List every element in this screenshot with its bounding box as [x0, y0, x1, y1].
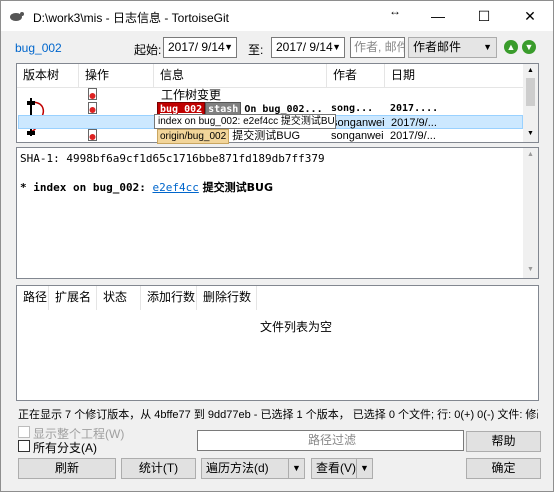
- commit-details[interactable]: SHA-1: 4998bf6a9cf1d65c1716bbe871fd189db…: [16, 147, 539, 279]
- resize-icon: ↔: [389, 4, 401, 18]
- status-text: 正在显示 7 个修订版本，从 4bffe77 到 9dd77eb - 已选择 1…: [18, 409, 538, 421]
- ok-button[interactable]: 确定: [466, 458, 541, 479]
- column-header-author[interactable]: 作者: [327, 64, 385, 88]
- from-label: 起始:: [134, 43, 162, 57]
- column-header-graph[interactable]: 版本树: [17, 64, 79, 88]
- commit-hash-link[interactable]: e2ef4cc: [152, 181, 198, 194]
- column-header-message[interactable]: 信息: [154, 64, 327, 88]
- title-bar: D:\work3\mis - 日志信息 - TortoiseGit ↔ — ☐ …: [1, 1, 553, 31]
- log-header: 版本树 操作 信息 作者 日期: [17, 64, 523, 88]
- view-label: 查看(V): [316, 461, 356, 475]
- chevron-down-icon: ▼: [332, 42, 341, 52]
- commit-message: 提交测试BUG: [232, 130, 301, 142]
- help-button[interactable]: 帮助: [466, 431, 541, 452]
- previous-arrow-icon[interactable]: ▲: [504, 40, 518, 54]
- commit-author: songanwei: [332, 117, 385, 129]
- scroll-up-icon[interactable]: ▲: [527, 67, 534, 74]
- index-prefix: * index on bug_002:: [20, 181, 153, 194]
- sha-line: SHA-1: 4998bf6a9cf1d65c1716bbe871fd189db…: [20, 152, 325, 165]
- commit-log-list[interactable]: 版本树 操作 信息 作者 日期 工作树变更 bug_002 stash On b…: [16, 63, 539, 145]
- tortoisegit-icon: [10, 12, 24, 21]
- scroll-thumb[interactable]: [526, 78, 535, 106]
- path-filter-placeholder: 路径过滤: [307, 433, 356, 447]
- log-scrollbar[interactable]: ▲ ▼: [523, 64, 538, 142]
- chevron-down-icon[interactable]: ▼: [356, 459, 372, 478]
- log-window: D:\work3\mis - 日志信息 - TortoiseGit ↔ — ☐ …: [0, 0, 554, 492]
- column-header-path[interactable]: 路径: [17, 286, 49, 310]
- window-title: D:\work3\mis - 日志信息 - TortoiseGit: [33, 11, 230, 25]
- commit-author: songanwei: [331, 130, 384, 142]
- index-suffix: 提交测试BUG: [198, 181, 273, 194]
- details-scrollbar[interactable]: ▲ ▼: [523, 148, 538, 278]
- column-header-added-lines[interactable]: 添加行数: [141, 286, 197, 310]
- commit-date: 2017/9/...: [390, 130, 436, 142]
- scroll-up-icon[interactable]: ▲: [527, 151, 534, 158]
- current-branch-link[interactable]: bug_002: [15, 41, 62, 55]
- action-icon: [88, 129, 98, 145]
- walk-method-label: 遍历方法(d): [206, 461, 269, 475]
- scroll-down-icon[interactable]: ▼: [527, 266, 534, 273]
- refresh-button[interactable]: 刷新: [18, 458, 116, 479]
- search-input[interactable]: 作者, 邮件: [350, 37, 405, 58]
- commit-date: 2017....: [390, 103, 439, 114]
- column-header-extension[interactable]: 扩展名: [49, 286, 97, 310]
- to-date-picker[interactable]: 2017/ 9/14 ▼: [271, 37, 345, 58]
- chevron-down-icon: ▼: [224, 42, 233, 52]
- column-header-status[interactable]: 状态: [97, 286, 141, 310]
- chevron-down-icon: ▼: [483, 42, 492, 52]
- all-branches-label: 所有分支(A): [33, 441, 97, 455]
- column-header-actions[interactable]: 操作: [79, 64, 154, 88]
- file-list-header: 路径 扩展名 状态 添加行数 删除行数: [17, 286, 538, 310]
- search-placeholder: 作者, 邮件: [354, 40, 405, 54]
- column-header-date[interactable]: 日期: [385, 64, 523, 88]
- message-tooltip: index on bug_002: e2ef4cc 提交测试BUG: [154, 114, 336, 129]
- commit-author: song...: [331, 103, 374, 114]
- commit-message-cell: origin/bug_002 提交测试BUG: [157, 129, 327, 144]
- filter-field-combo[interactable]: 作者邮件 ▼: [408, 37, 497, 58]
- show-whole-project-checkbox[interactable]: [18, 426, 30, 438]
- from-date-value: 2017/ 9/14: [168, 40, 225, 54]
- to-label: 至:: [248, 43, 264, 57]
- log-row[interactable]: 工作树变更: [18, 88, 523, 102]
- close-button[interactable]: ✕: [507, 1, 553, 31]
- remote-branch-tag: origin/bug_002: [157, 129, 230, 144]
- commit-message: 工作树变更: [161, 88, 222, 102]
- from-date-picker[interactable]: 2017/ 9/14 ▼: [163, 37, 237, 58]
- next-arrow-icon[interactable]: ▼: [522, 40, 536, 54]
- maximize-button[interactable]: ☐: [461, 1, 507, 31]
- to-date-value: 2017/ 9/14: [276, 40, 333, 54]
- column-header-deleted-lines[interactable]: 删除行数: [197, 286, 257, 310]
- scroll-down-icon[interactable]: ▼: [527, 130, 534, 137]
- walk-method-button[interactable]: 遍历方法(d) ▼: [201, 458, 305, 479]
- chevron-down-icon[interactable]: ▼: [288, 459, 304, 478]
- minimize-button[interactable]: —: [415, 1, 461, 31]
- statistics-button[interactable]: 统计(T): [121, 458, 196, 479]
- log-row[interactable]: origin/bug_002 提交测试BUG songanwei 2017/9/…: [18, 129, 523, 145]
- commit-date: 2017/9/...: [391, 117, 437, 129]
- file-list[interactable]: 路径 扩展名 状态 添加行数 删除行数 文件列表为空: [16, 285, 539, 401]
- filter-field-value: 作者邮件: [413, 40, 462, 54]
- view-button[interactable]: 查看(V) ▼: [311, 458, 373, 479]
- index-line: * index on bug_002: e2ef4cc 提交测试BUG: [20, 179, 273, 195]
- path-filter-input[interactable]: 路径过滤: [197, 430, 464, 451]
- empty-file-list-text: 文件列表为空: [260, 320, 333, 334]
- all-branches-checkbox[interactable]: [18, 440, 30, 452]
